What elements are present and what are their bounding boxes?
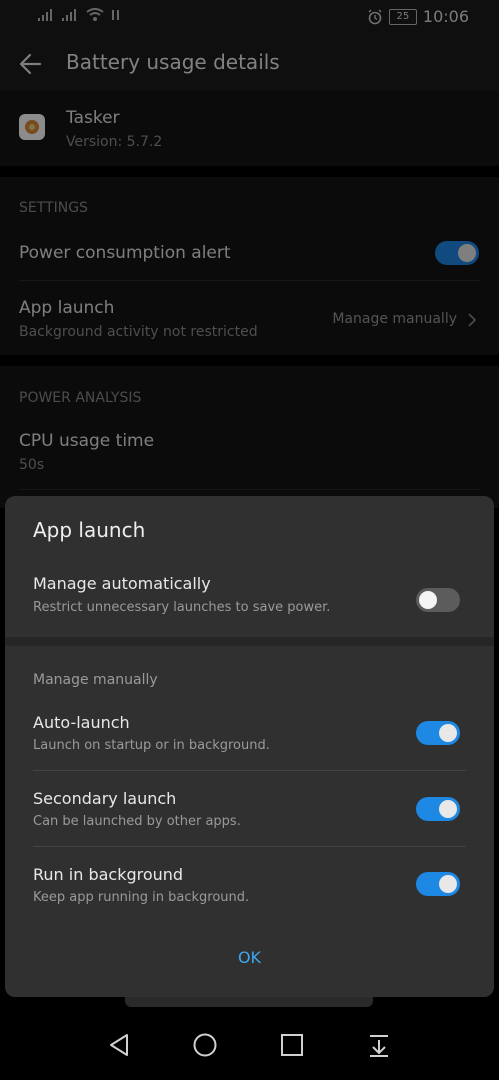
- ok-button[interactable]: OK: [5, 948, 494, 967]
- navigation-bar: [0, 1008, 499, 1080]
- manage-auto-sub: Restrict unnecessary launches to save po…: [33, 600, 331, 615]
- run-background-sub: Keep app running in background.: [33, 890, 250, 905]
- divider: [33, 770, 466, 771]
- manage-manual-header: Manage manually: [33, 672, 158, 688]
- square-recents-icon: [277, 1034, 307, 1064]
- toggle-knob: [419, 591, 437, 609]
- auto-launch-toggle[interactable]: [416, 721, 460, 745]
- manage-auto-label: Manage automatically: [33, 574, 211, 593]
- run-background-label: Run in background: [33, 865, 184, 884]
- secondary-launch-sub: Can be launched by other apps.: [33, 814, 241, 829]
- nav-notification-button[interactable]: [364, 1030, 394, 1060]
- section-separator: [5, 637, 494, 646]
- secondary-launch-label: Secondary launch: [33, 789, 177, 808]
- auto-launch-sub: Launch on startup or in background.: [33, 738, 270, 753]
- nav-recents-button[interactable]: [277, 1030, 307, 1060]
- manage-auto-toggle[interactable]: [416, 588, 460, 612]
- dialog-title: App launch: [33, 518, 146, 542]
- nav-home-button[interactable]: [190, 1030, 220, 1060]
- toggle-knob: [439, 875, 457, 893]
- nav-back-button[interactable]: [104, 1030, 134, 1060]
- divider: [33, 846, 466, 847]
- run-background-toggle[interactable]: [416, 872, 460, 896]
- circle-home-icon: [190, 1033, 220, 1064]
- app-launch-dialog: App launch Manage automatically Restrict…: [5, 496, 494, 997]
- toggle-knob: [439, 800, 457, 818]
- sheet-peek: [125, 997, 373, 1007]
- toggle-knob: [439, 724, 457, 742]
- auto-launch-label: Auto-launch: [33, 713, 130, 732]
- secondary-launch-toggle[interactable]: [416, 797, 460, 821]
- triangle-back-icon: [104, 1034, 134, 1064]
- pull-down-icon: [364, 1035, 394, 1064]
